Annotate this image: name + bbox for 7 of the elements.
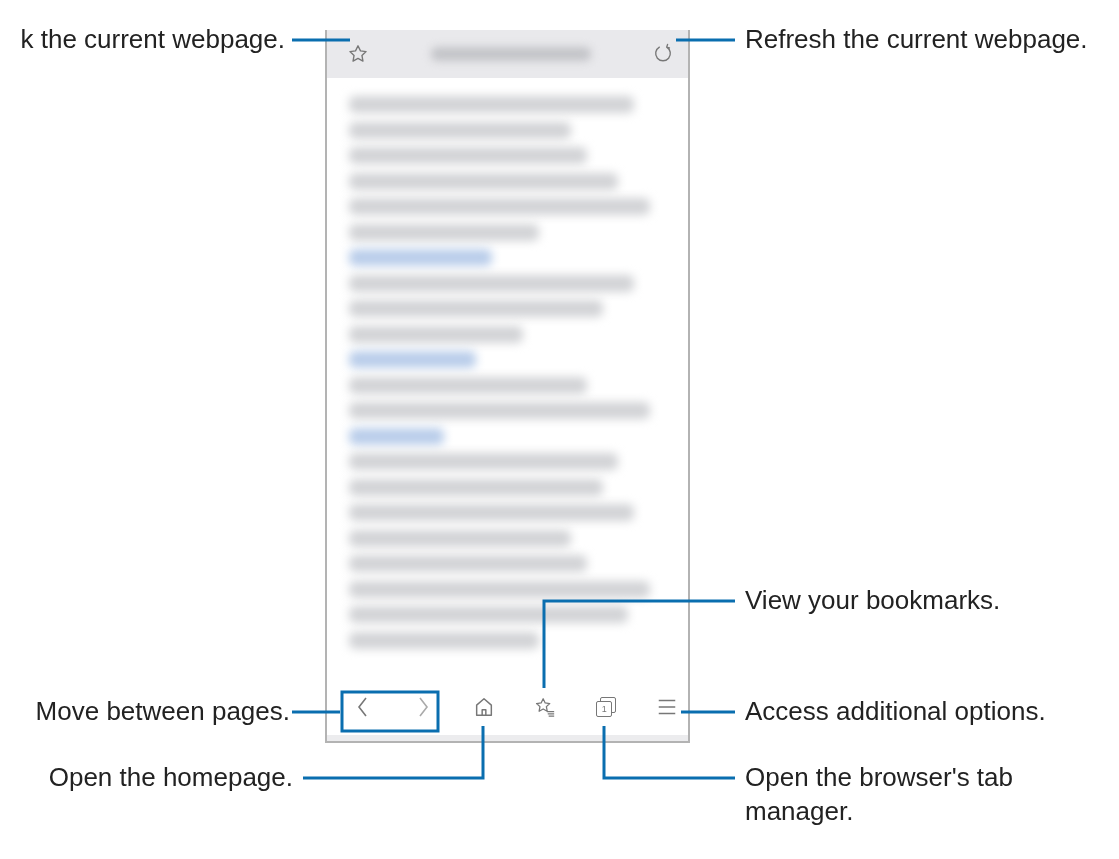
callout-text: Open the browser's tab manager. [745, 761, 1014, 828]
callout-text: Open the homepage. [48, 761, 293, 794]
callout-text: View your bookmarks. [745, 584, 1001, 617]
callout-text: Access additional options. [745, 695, 1046, 728]
callout-text: Refresh the current webpage. [745, 23, 1088, 56]
callout-text: k the current webpage. [20, 23, 285, 56]
callout-text: Move between pages. [35, 695, 290, 728]
